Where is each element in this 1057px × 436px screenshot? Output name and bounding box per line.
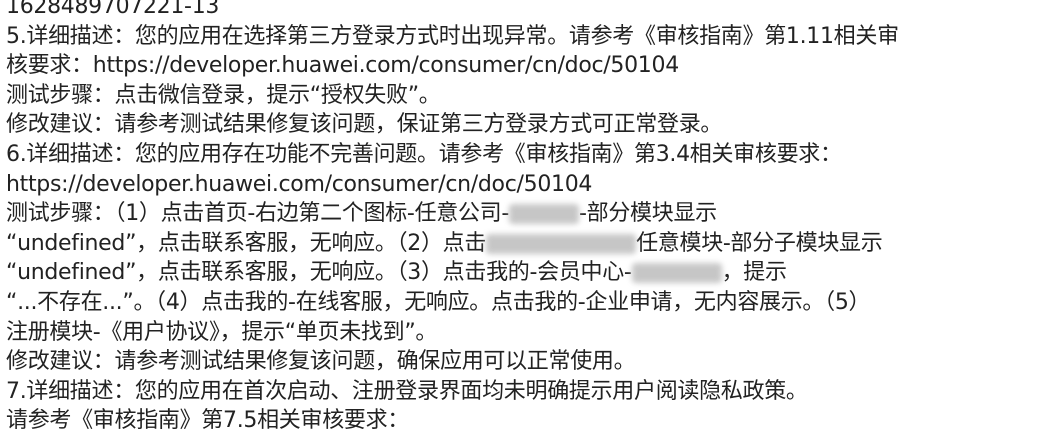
text-line: 测试步骤：（1）点击首页-右边第二个图标-任意公司- -部分模块显示 <box>6 199 1051 229</box>
text-line: 注册模块-《用户协议》，提示“单页未找到”。 <box>6 319 438 345</box>
text-line: 核要求：https://developer.huawei.com/consume… <box>6 53 679 79</box>
text-line: “...不存在...”。（4）点击我的-在线客服，无响应。点击我的-企业申请，无… <box>6 289 871 315</box>
text-line: 修改建议：请参考测试结果修复该问题，保证第三方登录方式可正常登录。 <box>6 112 723 138</box>
text-line: 测试步骤：点击微信登录，提示“授权失败”。 <box>6 82 441 108</box>
text-line: https://developer.huawei.com/consumer/cn… <box>6 171 593 197</box>
text-segment: “undefined”，点击联系客服，无响应。（3）点击我的-会员中心- <box>6 260 632 286</box>
text-line: 修改建议：请参考测试结果修复该问题，确保应用可以正常使用。 <box>6 349 636 375</box>
text-line: 6.详细描述：您的应用存在功能不完善问题。请参考《审核指南》第3.4相关审核要求… <box>6 141 842 167</box>
redacted-blur <box>486 233 637 254</box>
text-line: 7.详细描述：您的应用在首次启动、注册登录界面均未明确提示用户阅读隐私政策。 <box>6 378 808 404</box>
text-segment: -部分模块显示 <box>579 201 717 227</box>
review-feedback-document: 1628489707221-13 5.详细描述：您的应用在选择第三方登录方式时出… <box>6 0 1051 436</box>
text-line: 5.详细描述：您的应用在选择第三方登录方式时出现异常。请参考《审核指南》第1.1… <box>6 23 899 49</box>
text-line: 1628489707221-13 <box>6 0 220 19</box>
text-line: 请参考《审核指南》第7.5相关审核要求： <box>6 408 409 434</box>
text-segment: “undefined”，点击联系客服，无响应。（2）点击 <box>6 230 487 256</box>
redacted-blur <box>509 204 580 225</box>
text-segment: ，提示 <box>721 260 787 286</box>
text-line: “undefined”，点击联系客服，无响应。（3）点击我的-会员中心- ，提示 <box>6 258 1051 288</box>
text-segment: 任意模块-部分子模块显示 <box>636 230 883 256</box>
redacted-blur <box>631 263 722 284</box>
text-line: “undefined”，点击联系客服，无响应。（2）点击 任意模块-部分子模块显示 <box>6 229 1051 259</box>
text-segment: 测试步骤：（1）点击首页-右边第二个图标-任意公司- <box>6 201 510 227</box>
